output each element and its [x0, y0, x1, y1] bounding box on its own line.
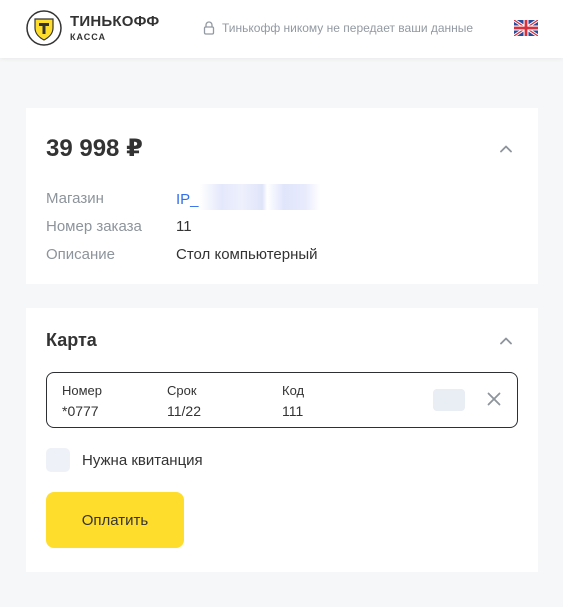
chevron-up-icon[interactable]	[499, 144, 513, 153]
clear-icon[interactable]	[487, 392, 501, 406]
tinkoff-shield-icon	[26, 10, 62, 46]
receipt-checkbox-row[interactable]: Нужна квитанция	[46, 448, 203, 472]
logo-title: ТИНЬКОФФ	[70, 13, 160, 30]
security-note: Тинькофф никому не передает ваши данные	[203, 21, 473, 35]
expiry-field[interactable]: Срок 11/22	[167, 383, 201, 419]
logo[interactable]: ТИНЬКОФФ КАССА	[26, 10, 159, 46]
description-value: Стол компьютерный	[176, 246, 318, 263]
description-label: Описание	[46, 246, 116, 263]
card-brand-icon	[433, 389, 465, 411]
payment-card: Карта Номер *0777 Срок 11/22 Код 111 Нуж…	[26, 308, 538, 572]
order-summary-card: 39 998 ₽ Магазин IP_ Номер заказа 11 Опи…	[26, 108, 538, 284]
order-number-label: Номер заказа	[46, 218, 142, 235]
order-amount: 39 998 ₽	[46, 135, 143, 162]
cvc-field[interactable]: Код 111	[282, 383, 304, 419]
logo-subtitle: КАССА	[70, 32, 107, 42]
security-note-text: Тинькофф никому не передает ваши данные	[222, 21, 474, 35]
receipt-label: Нужна квитанция	[82, 451, 203, 469]
receipt-checkbox[interactable]	[46, 448, 70, 472]
expiry-label: Срок	[167, 383, 197, 398]
chevron-up-icon[interactable]	[499, 336, 513, 345]
pay-button[interactable]: Оплатить	[46, 492, 184, 548]
order-number-value: 11	[176, 218, 192, 235]
cvc-label: Код	[282, 383, 305, 398]
redacted-shop-name	[199, 184, 320, 210]
uk-flag-icon[interactable]	[514, 20, 538, 36]
expiry-value[interactable]: 11/22	[167, 403, 201, 419]
card-section-title: Карта	[46, 330, 97, 350]
lock-icon	[203, 21, 215, 35]
shop-link[interactable]: IP_	[176, 191, 199, 208]
card-input[interactable]: Номер *0777 Срок 11/22 Код 111	[46, 372, 518, 428]
card-number-field[interactable]: Номер *0777	[62, 383, 102, 419]
header: ТИНЬКОФФ КАССА Тинькофф никому не переда…	[0, 0, 563, 58]
card-number-label: Номер	[62, 383, 103, 398]
cvc-value[interactable]: 111	[282, 403, 304, 419]
shop-label: Магазин	[46, 190, 104, 207]
card-number-value[interactable]: *0777	[62, 403, 102, 419]
shop-value: IP_	[176, 184, 320, 210]
